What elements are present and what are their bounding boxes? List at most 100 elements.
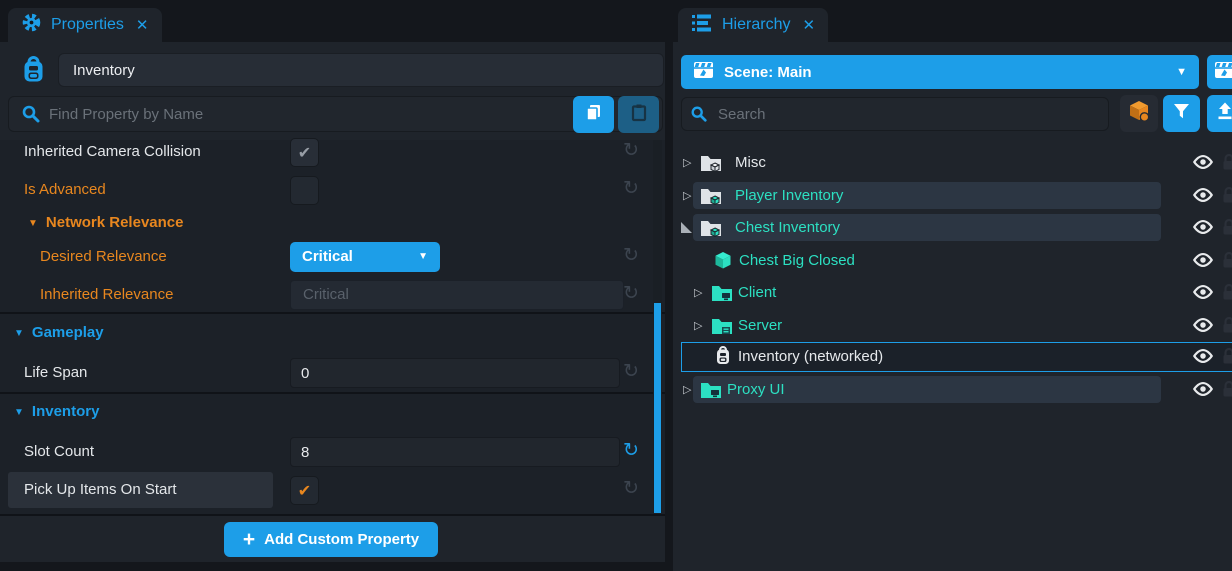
filter-button[interactable] [1163,95,1200,132]
reset-icon[interactable]: ↺ [618,172,644,208]
scene-selector[interactable]: Scene: Main ▼ [681,55,1199,89]
copy-button[interactable] [573,96,614,133]
eye-icon[interactable] [1192,284,1214,305]
add-custom-property-button[interactable]: + Add Custom Property [224,522,438,557]
triangle-right-icon[interactable]: ▷ [683,189,691,202]
close-icon[interactable]: ✕ [802,16,815,34]
tree-row-player-inventory[interactable]: ▷ Player Inventory [673,180,1232,211]
property-label: Pick Up Items On Start [24,472,177,508]
eye-icon[interactable] [1192,252,1214,273]
dropdown-value: Critical [302,248,353,265]
lock-icon[interactable] [1221,316,1232,339]
tree-item-label: Chest Big Closed [739,245,855,276]
eye-icon[interactable] [1192,219,1214,240]
tree-item-label: Client [738,277,776,308]
checkbox-checked[interactable]: ✔ [290,476,319,505]
tab-hierarchy[interactable]: Hierarchy ✕ [678,8,828,42]
reset-icon[interactable]: ↺ [618,277,644,313]
property-label: Inherited Camera Collision [24,134,201,170]
upload-button[interactable] [1207,95,1232,132]
backpack-icon [19,56,48,90]
divider [0,514,665,516]
hierarchy-panel: Hierarchy ✕ Scene: Main ▼ [673,0,1232,571]
scrollbar-thumb[interactable] [654,303,661,513]
section-label: Network Relevance [46,214,184,231]
gear-icon [21,12,42,38]
tree-row-client[interactable]: ▷ Client [673,277,1232,308]
cube-icon [714,251,732,275]
assets-button[interactable] [1120,95,1158,132]
scene-selector-label: Scene: Main [724,64,812,81]
section-header[interactable]: ▼Network Relevance [0,206,665,240]
triangle-right-icon[interactable]: ▷ [683,156,691,169]
properties-panel: Properties ✕ [0,0,665,571]
lock-icon[interactable] [1221,347,1232,370]
section-label: Inventory [32,403,100,420]
lock-icon[interactable] [1221,251,1232,274]
divider [0,392,665,394]
relevance-dropdown[interactable]: Critical▼ [290,242,440,272]
tree-row-chest-inventory[interactable]: Chest Inventory [673,212,1232,243]
lock-icon[interactable] [1221,380,1232,403]
checkbox-unchecked[interactable] [290,176,319,205]
eye-icon[interactable] [1192,317,1214,338]
disabled-value-field: Critical [290,280,624,310]
tree-item-label: Chest Inventory [735,212,840,243]
reset-icon[interactable]: ↺ [618,434,644,470]
triangle-down-icon: ▼ [14,328,24,339]
cube-icon [1127,99,1151,128]
lock-icon[interactable] [1221,218,1232,241]
tree-item-label: Server [738,310,782,341]
property-row: Is Advanced ↺ [0,172,665,208]
eye-icon[interactable] [1192,381,1214,402]
section-header[interactable]: ▼Gameplay [0,316,665,350]
lock-icon[interactable] [1221,283,1232,306]
property-label: Is Advanced [24,172,106,208]
tab-properties[interactable]: Properties ✕ [8,8,162,42]
eye-icon[interactable] [1192,154,1214,175]
triangle-right-icon[interactable]: ▷ [683,383,691,396]
copy-icon [584,103,603,127]
lock-icon[interactable] [1221,186,1232,209]
triangle-right-icon[interactable]: ▷ [694,286,702,299]
triangle-right-icon[interactable]: ▷ [694,319,702,332]
section-header[interactable]: ▼ Inventory [0,395,665,429]
tree-row-chest-big-closed[interactable]: Chest Big Closed [673,245,1232,276]
reset-icon[interactable]: ↺ [618,134,644,170]
triangle-expanded-icon[interactable] [681,222,692,233]
property-label: Life Span [24,355,87,391]
tree-row-proxy-ui[interactable]: ▷ Proxy UI [673,374,1232,405]
property-search-input[interactable] [8,96,663,132]
add-custom-property-label: Add Custom Property [264,531,419,548]
chevron-down-icon: ▼ [1176,66,1187,78]
life-span-input[interactable] [290,358,620,388]
filter-icon [1172,102,1191,126]
reset-icon[interactable]: ↺ [618,355,644,391]
folder-monitor-icon [711,284,733,307]
scrollbar-track[interactable] [653,140,662,515]
tree-row-server[interactable]: ▷ Server [673,310,1232,341]
properties-tabstrip: Properties ✕ [0,0,665,42]
entity-name-input[interactable] [58,53,664,87]
hierarchy-icon [691,12,713,39]
property-label: Slot Count [24,434,94,470]
scene-button[interactable] [1207,55,1232,89]
reset-icon[interactable]: ↺ [618,472,644,508]
reset-icon[interactable]: ↺ [618,239,644,275]
checkbox-checked[interactable]: ✔ [290,138,319,167]
eye-icon[interactable] [1192,348,1214,369]
clapperboard-icon [693,61,714,83]
tree-row-misc[interactable]: ▷ Misc [673,147,1232,178]
slot-count-input[interactable] [290,437,620,467]
close-icon[interactable]: ✕ [136,16,149,34]
hierarchy-search-input[interactable] [681,97,1109,131]
property-row: Life Span ↺ [0,355,665,391]
lock-icon[interactable] [1221,153,1232,176]
tree-row-inventory-networked[interactable]: Inventory (networked) [673,341,1232,372]
folder-monitor-icon [700,381,722,404]
paste-button[interactable] [618,96,659,133]
property-row: Desired Relevance Critical▼ ↺ [0,239,665,275]
eye-icon[interactable] [1192,187,1214,208]
checkmark-icon: ✔ [298,481,311,501]
triangle-down-icon: ▼ [14,407,24,418]
